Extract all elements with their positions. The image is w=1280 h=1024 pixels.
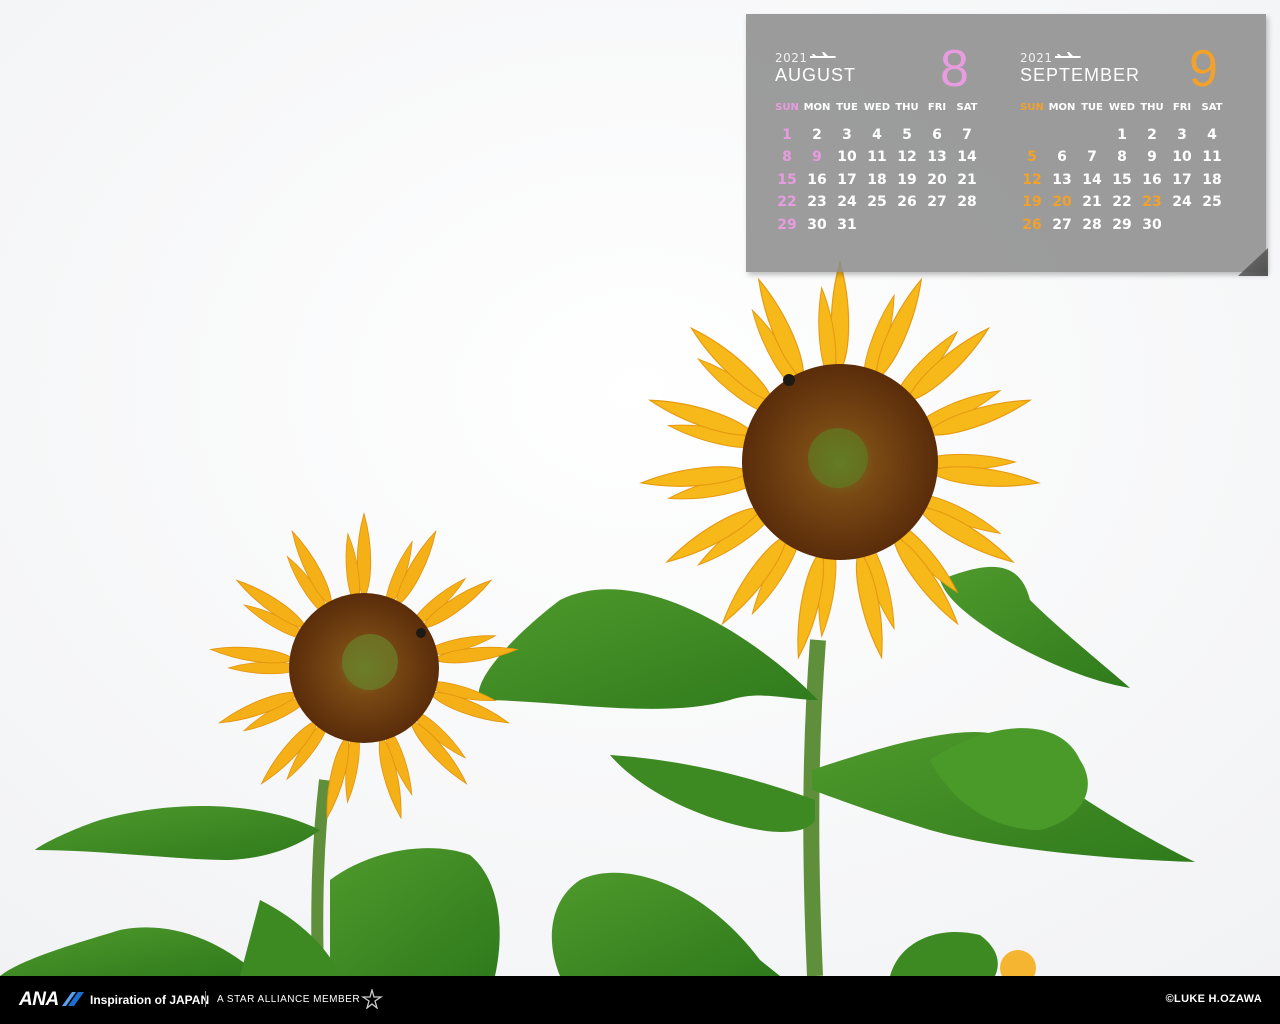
calendar-day: 12 [897,149,917,165]
calendar-day: 22 [1112,194,1132,210]
calendar-day: 2 [1147,126,1157,143]
empty-cell [1077,124,1107,147]
calendar-day: 19 [897,171,917,188]
month-year: 2021 [775,51,808,65]
calendar-day: 11 [1202,149,1222,165]
weekday-label: MON [803,102,831,113]
calendar-day: 6 [932,126,942,143]
calendar-day: 27 [1052,216,1072,233]
calendar-day: 3 [842,126,852,143]
calendar-day: 6 [1057,149,1067,165]
calendar-day: 11 [867,149,887,165]
calendar-day: 16 [807,171,827,188]
calendar-day: 30 [807,216,827,233]
star-alliance-icon [361,989,383,1009]
weekday-label: TUE [836,102,858,113]
calendar-day: 20 [1052,194,1072,210]
footer-bar: ANA Inspiration of JAPAN A STAR ALLIANCE… [0,976,1280,1024]
calendar-day: 5 [1027,149,1037,165]
calendar-day: 27 [927,194,947,210]
day-grid: SUN MON TUE WED THU FRI SAT 1 2 3 4 5 6 7 8 9 10 11 12 13 14… [772,101,984,236]
calendar-day: 31 [837,216,857,233]
calendar-day: 21 [1082,194,1102,210]
month-name: AUGUST [775,65,857,85]
calendar-day: 14 [957,149,977,165]
weekday-label: THU [895,102,919,113]
month-number: 8 [940,40,969,98]
tagline: Inspiration of JAPAN [90,993,210,1007]
calendar-day: 1 [782,126,792,143]
weekday-label: MON [1048,102,1076,113]
weekday-label: FRI [927,102,947,113]
weekday-label: SAT [956,102,978,113]
calendar-day: 9 [1147,149,1157,165]
photo-credit: ©LUKE H.OZAWA [1165,993,1262,1005]
weekday-label: SUN [775,102,799,113]
day-grid: SUN MON TUE WED THU FRI SAT 1 2 3 4 5 6 7 8 9 10 11 12 13 14… [1017,101,1229,236]
calendar-day: 9 [812,149,822,165]
calendar-day: 7 [1087,149,1097,165]
calendar-day: 14 [1082,171,1102,188]
calendar-day: 17 [1172,171,1192,188]
calendar-day: 18 [1202,171,1222,188]
calendar-day: 7 [962,126,972,143]
calendar-day: 8 [782,149,792,165]
calendar-day: 15 [1112,171,1132,188]
weekday-label: WED [1108,102,1136,113]
calendar-day: 30 [1142,216,1162,233]
calendar-day: 22 [777,194,797,210]
calendar-day: 4 [1207,126,1217,143]
calendar-day: 21 [957,171,977,188]
empty-cell [1047,124,1077,147]
divider [205,991,206,1007]
calendar-day: 8 [1117,149,1127,165]
calendar-day: 2 [812,126,822,143]
month-name: SEPTEMBER [1020,65,1141,85]
star-alliance-text: A STAR ALLIANCE MEMBER [217,994,361,1005]
ana-logo: ANA [19,989,59,1010]
calendar-day: 25 [1202,194,1222,210]
weekday-label: WED [863,102,891,113]
month-number: 9 [1189,40,1218,98]
calendar-day: 29 [777,216,797,233]
calendar-day: 10 [1172,149,1192,165]
calendar-day: 28 [957,194,977,210]
airplane-icon [810,52,836,58]
calendar-day: 5 [902,126,912,143]
empty-cell [1017,124,1047,147]
calendar-day: 13 [927,149,947,165]
calendar-day: 13 [1052,171,1072,188]
ana-logo-mark [62,992,84,1006]
calendar-day: 1 [1117,126,1127,143]
calendar-day: 17 [837,171,857,188]
airplane-icon [1055,52,1081,58]
calendar-day: 18 [867,171,887,188]
calendar-day: 24 [837,194,857,210]
calendar-day: 15 [777,171,797,188]
calendar-day: 28 [1082,216,1102,233]
weekday-label: THU [1140,102,1164,113]
weekday-label: SAT [1201,102,1223,113]
calendar-panel: 2021 AUGUST 8 SUN MON TUE WED THU FRI SAT 1 2 3 4 5… [746,14,1268,276]
calendar-day: 20 [927,171,947,188]
calendar-day: 4 [872,126,882,143]
calendar-day: 23 [1142,194,1162,210]
calendar-day: 29 [1112,216,1132,233]
weekday-label: TUE [1081,102,1103,113]
calendar-day: 25 [867,194,887,210]
calendar-day: 10 [837,149,857,165]
calendar-day: 12 [1022,171,1042,188]
calendar-day: 26 [897,194,917,210]
weekday-label: FRI [1172,102,1192,113]
month-august: 2021 AUGUST 8 SUN MON TUE WED THU FRI SAT 1 2 3 4 5… [772,14,1012,272]
calendar-day: 26 [1022,216,1042,233]
calendar-day: 16 [1142,171,1162,188]
calendar-day: 23 [807,194,827,210]
calendar-day: 24 [1172,194,1192,210]
calendar-day: 19 [1022,194,1042,210]
calendar-day: 3 [1177,126,1187,143]
month-september: 2021 SEPTEMBER 9 SUN MON TUE WED THU FRI SAT 1 2… [1017,14,1257,272]
month-year: 2021 [1020,51,1053,65]
weekday-label: SUN [1020,102,1044,113]
